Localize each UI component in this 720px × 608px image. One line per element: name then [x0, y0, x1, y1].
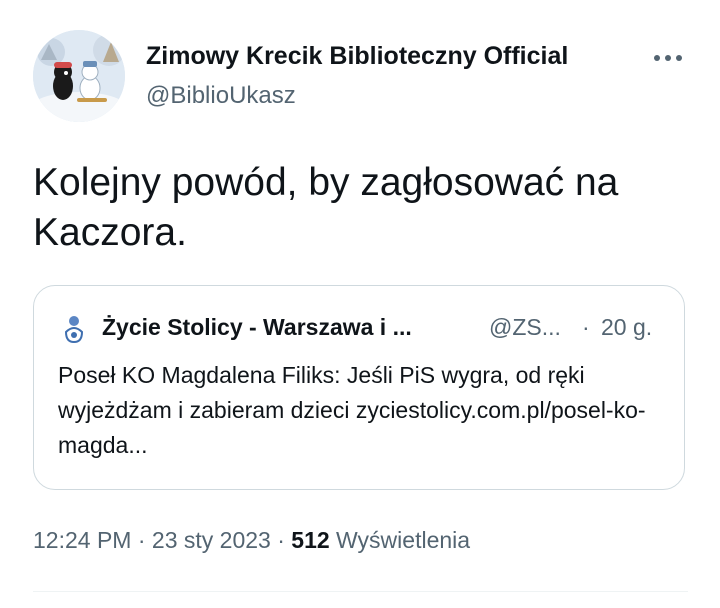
tweet-time[interactable]: 12:24 PM	[33, 527, 131, 553]
views-link[interactable]: 512 Wyświetlenia	[291, 527, 470, 553]
more-horizontal-icon	[654, 55, 682, 61]
quoted-timestamp: 20 g.	[601, 314, 653, 340]
views-label: Wyświetlenia	[336, 527, 471, 553]
tweet-date[interactable]: 23 sty 2023	[152, 527, 271, 553]
avatar[interactable]	[33, 30, 125, 122]
quoted-author-name: Życie Stolicy - Warszawa i ...	[102, 314, 412, 340]
quoted-author-handle: @ZS...	[489, 314, 561, 340]
views-count: 512	[291, 527, 330, 553]
quoted-tweet-text: Poseł KO Magdalena Filiks: Jeśli PiS wyg…	[58, 362, 646, 458]
winter-mole-avatar-image	[33, 30, 125, 122]
author-name[interactable]: Zimowy Krecik Biblioteczny Official	[146, 42, 568, 71]
author-handle[interactable]: @BiblioUkasz	[146, 82, 296, 110]
tweet-text: Kolejny powód, by zagłosować na Kaczora.	[33, 161, 619, 254]
quoted-separator: ·	[582, 314, 590, 340]
zycie-stolicy-logo-icon	[64, 316, 84, 344]
divider	[33, 591, 688, 592]
meta-separator: ·	[137, 527, 146, 553]
quoted-tweet-card[interactable]: Życie Stolicy - Warszawa i ... @ZS... · …	[33, 285, 685, 490]
more-options-button[interactable]	[648, 44, 688, 72]
tweet-meta: 12:24 PM · 23 sty 2023 · 512 Wyświetleni…	[33, 527, 470, 554]
meta-separator: ·	[277, 527, 285, 553]
